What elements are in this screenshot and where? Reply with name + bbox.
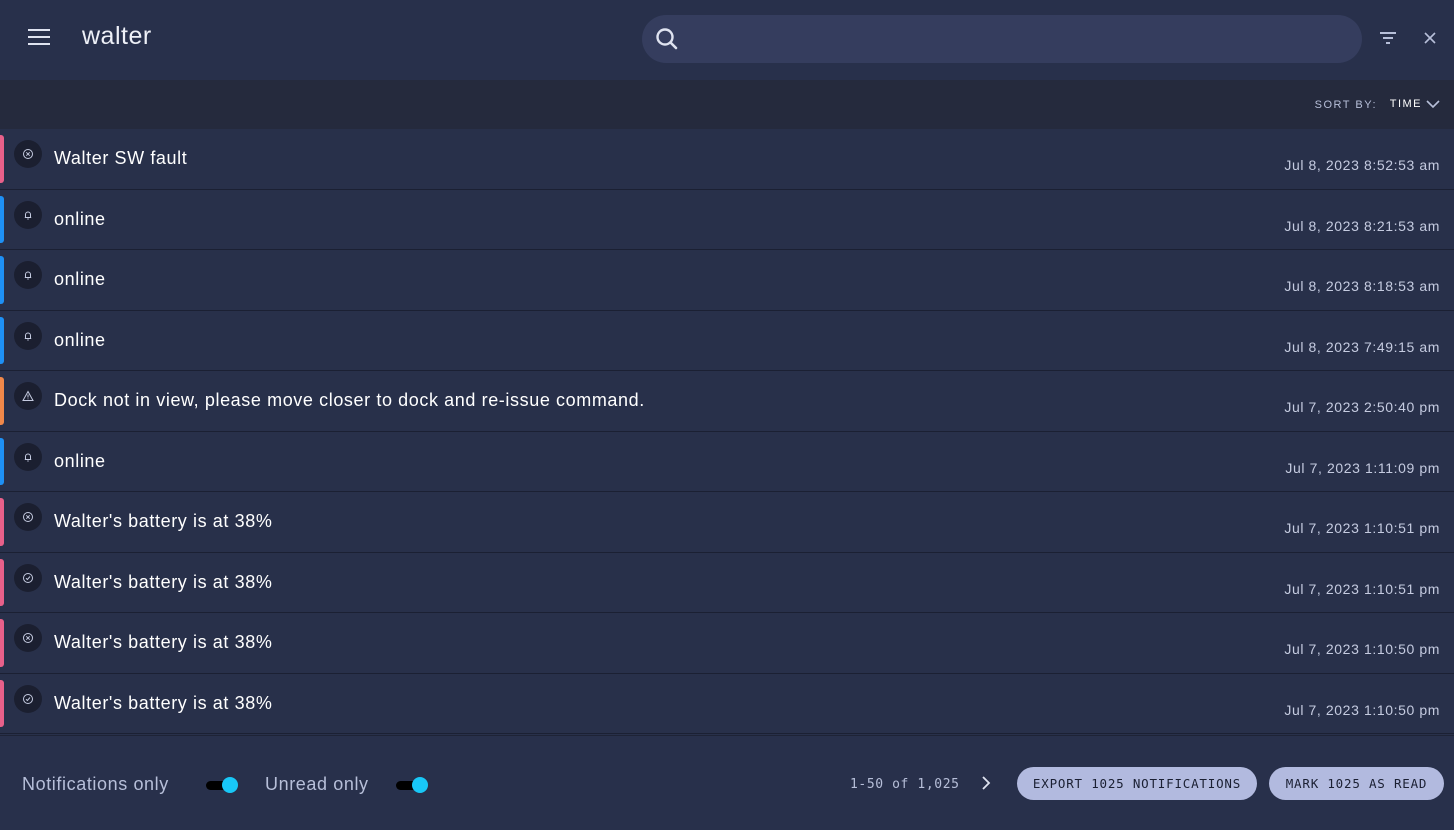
menu-icon[interactable] <box>28 29 50 47</box>
notification-row[interactable]: online Jul 8, 2023 8:18:53 am <box>0 250 1454 311</box>
export-button[interactable]: EXPORT 1025 NOTIFICATIONS <box>1017 767 1257 800</box>
x-circle-icon <box>14 503 42 531</box>
severity-indicator <box>0 377 4 425</box>
sort-bar: SORT BY: TIME <box>0 80 1454 129</box>
header: walter <box>0 0 1454 80</box>
notification-time: Jul 7, 2023 1:10:51 pm <box>1284 520 1440 536</box>
close-icon[interactable] <box>1422 30 1438 46</box>
sort-label: SORT BY: <box>1314 99 1377 111</box>
notification-row[interactable]: Walter's battery is at 38% Jul 7, 2023 1… <box>0 553 1454 613</box>
unread-only-label: Unread only <box>265 774 369 794</box>
severity-indicator <box>0 135 4 183</box>
x-circle-icon <box>14 624 42 652</box>
page-title: walter <box>82 22 152 50</box>
notification-message: Walter's battery is at 38% <box>54 511 273 531</box>
check-circle-icon <box>14 563 42 592</box>
severity-indicator <box>0 437 4 485</box>
pagination-text: 1-50 of 1,025 <box>850 777 960 792</box>
notification-row[interactable]: online Jul 8, 2023 8:21:53 am <box>0 190 1454 250</box>
notification-time: Jul 7, 2023 1:10:50 pm <box>1284 701 1440 718</box>
notification-time: Jul 8, 2023 8:18:53 am <box>1284 278 1440 294</box>
notification-time: Jul 8, 2023 8:52:53 am <box>1284 157 1440 173</box>
notifications-only-toggle[interactable] <box>206 777 238 793</box>
severity-indicator <box>0 619 4 667</box>
notification-message: online <box>54 329 106 350</box>
mark-read-button[interactable]: MARK 1025 AS READ <box>1269 767 1444 800</box>
bell-icon <box>14 200 42 229</box>
notification-row[interactable]: Walter's battery is at 38% Jul 7, 2023 1… <box>0 492 1454 553</box>
notification-row[interactable]: Dock not in view, please move closer to … <box>0 371 1454 432</box>
notification-time: Jul 7, 2023 2:50:40 pm <box>1284 399 1440 415</box>
filter-icon[interactable] <box>1378 29 1398 47</box>
notification-row[interactable]: Walter's battery is at 38% Jul 7, 2023 1… <box>0 613 1454 674</box>
notification-message: online <box>54 208 106 229</box>
notification-time: Jul 8, 2023 8:21:53 am <box>1284 217 1440 234</box>
notification-message: Walter's battery is at 38% <box>54 571 273 592</box>
search-icon <box>656 28 678 50</box>
chevron-down-icon <box>1426 100 1440 109</box>
warning-icon <box>14 382 42 410</box>
bell-icon <box>14 442 42 471</box>
notification-message: online <box>54 269 106 289</box>
severity-indicator <box>0 558 4 606</box>
unread-only-toggle[interactable] <box>396 777 428 793</box>
notification-message: Walter SW fault <box>54 148 188 168</box>
notification-message: Walter's battery is at 38% <box>54 692 273 713</box>
severity-indicator <box>0 256 4 304</box>
bell-icon <box>14 321 42 350</box>
chevron-right-icon[interactable] <box>979 775 993 791</box>
sort-value: TIME <box>1389 98 1422 110</box>
severity-indicator <box>0 679 4 727</box>
notification-time: Jul 7, 2023 1:10:50 pm <box>1284 641 1440 657</box>
notification-row[interactable]: online Jul 8, 2023 7:49:15 am <box>0 311 1454 371</box>
notification-row[interactable]: online Jul 7, 2023 1:11:09 pm <box>0 432 1454 492</box>
notification-row[interactable]: Walter's battery is at 38% Jul 7, 2023 1… <box>0 674 1454 734</box>
notification-time: Jul 7, 2023 1:11:09 pm <box>1285 459 1440 476</box>
bell-icon <box>14 261 42 289</box>
check-circle-icon <box>14 684 42 713</box>
notification-message: Walter's battery is at 38% <box>54 632 273 652</box>
notifications-only-label: Notifications only <box>22 774 169 794</box>
severity-indicator <box>0 498 4 546</box>
severity-indicator <box>0 316 4 364</box>
notification-time: Jul 7, 2023 1:10:51 pm <box>1284 580 1440 597</box>
notification-list: Walter SW fault Jul 8, 2023 8:52:53 am o… <box>0 129 1454 734</box>
sort-dropdown[interactable]: TIME <box>1390 98 1440 110</box>
notification-message: online <box>54 450 106 471</box>
notification-row[interactable]: Walter SW fault Jul 8, 2023 8:52:53 am <box>0 129 1454 190</box>
notification-time: Jul 8, 2023 7:49:15 am <box>1284 338 1440 355</box>
footer: Notifications only Unread only 1-50 of 1… <box>0 735 1454 830</box>
search-input[interactable] <box>642 15 1362 63</box>
x-circle-icon <box>14 140 42 168</box>
notification-message: Dock not in view, please move closer to … <box>54 390 645 410</box>
severity-indicator <box>0 195 4 243</box>
